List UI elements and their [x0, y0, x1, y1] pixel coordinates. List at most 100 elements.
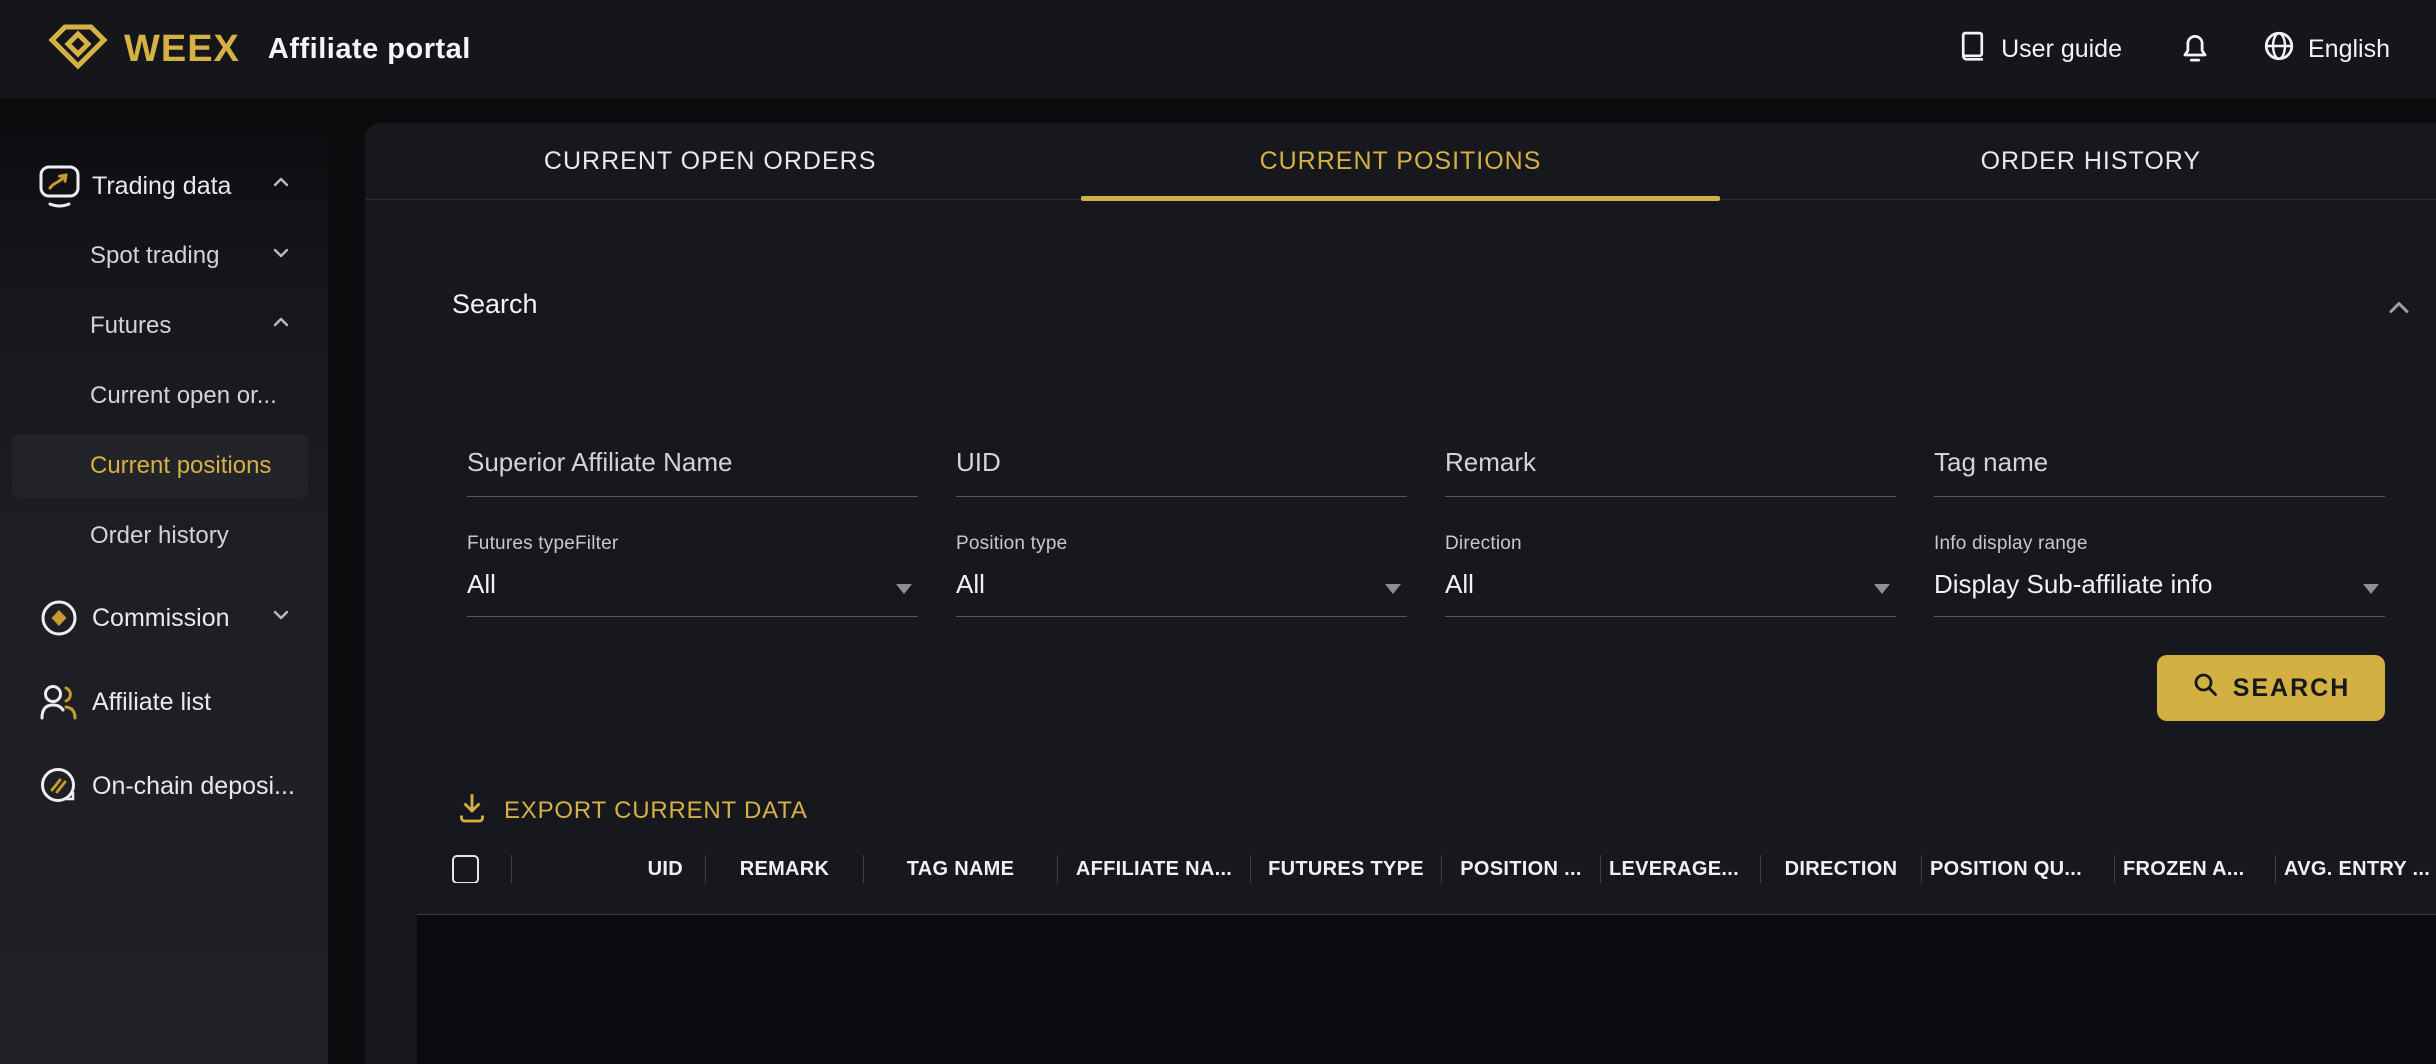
direction-select: Direction All: [1445, 533, 1896, 617]
column-header-uid: UID: [511, 855, 705, 883]
column-header-leverage: LEVERAGE...: [1600, 855, 1760, 883]
weex-logo-icon: [46, 23, 110, 76]
sidebar-item-order-history[interactable]: Order history: [0, 504, 328, 568]
sidebar-item-label: Futures: [90, 312, 171, 340]
sidebar-item-label: Order history: [90, 522, 229, 550]
field-superior-affiliate-name: [467, 423, 918, 497]
select-label: Info display range: [1934, 533, 2385, 555]
select-label: Position type: [956, 533, 1407, 555]
sidebar-item-label: Current open or...: [90, 382, 277, 410]
brand-name: WEEX: [124, 28, 240, 71]
notifications-button[interactable]: [2178, 29, 2212, 70]
table-header-row: UID REMARK TAG NAME AFFILIATE NA... FUTU…: [452, 845, 2436, 893]
column-header-futures-type: FUTURES TYPE: [1250, 855, 1441, 883]
chevron-down-icon: [270, 604, 292, 633]
affiliate-list-icon: [38, 680, 82, 724]
sidebar-item-affiliate-list[interactable]: Affiliate list: [0, 670, 328, 734]
sidebar-item-label: Commission: [92, 604, 230, 633]
info-display-range-select: Info display range Display Sub-affiliate…: [1934, 533, 2385, 617]
content-panel: CURRENT OPEN ORDERS CURRENT POSITIONS OR…: [365, 123, 2436, 1064]
column-header-remark: REMARK: [705, 855, 863, 883]
remark-input[interactable]: [1445, 423, 1896, 497]
brand: WEEX Affiliate portal: [46, 23, 471, 76]
direction-dropdown[interactable]: All: [1445, 555, 1896, 617]
search-button[interactable]: SEARCH: [2157, 655, 2385, 721]
futures-type-select: Futures typeFilter All: [467, 533, 918, 617]
tab-current-open-orders[interactable]: CURRENT OPEN ORDERS: [365, 123, 1055, 199]
info-display-range-dropdown[interactable]: Display Sub-affiliate info: [1934, 555, 2385, 617]
sidebar-item-on-chain-deposit[interactable]: On-chain deposi...: [0, 754, 328, 818]
sidebar-item-label: Trading data: [92, 172, 231, 201]
sidebar: Trading data Spot trading Futures Curren…: [0, 98, 328, 1064]
export-label: EXPORT CURRENT DATA: [504, 797, 808, 825]
sidebar-item-commission[interactable]: Commission: [0, 586, 328, 650]
search-selects-row: Futures typeFilter All Position type All…: [467, 533, 2385, 617]
bell-icon: [2178, 29, 2212, 70]
select-value: All: [956, 569, 985, 600]
main-area: CURRENT OPEN ORDERS CURRENT POSITIONS OR…: [328, 98, 2436, 1064]
page-title: Affiliate portal: [268, 33, 471, 66]
tab-current-positions[interactable]: CURRENT POSITIONS: [1055, 123, 1745, 199]
collapse-search-button[interactable]: [2384, 293, 2414, 328]
search-icon: [2192, 671, 2219, 705]
position-type-select: Position type All: [956, 533, 1407, 617]
select-all-checkbox[interactable]: [452, 855, 479, 883]
dropdown-arrow-icon: [1874, 584, 1890, 594]
chevron-up-icon: [270, 312, 292, 341]
language-selector[interactable]: English: [2262, 29, 2390, 70]
futures-type-dropdown[interactable]: All: [467, 555, 918, 617]
language-label: English: [2308, 35, 2390, 64]
sidebar-item-label: Spot trading: [90, 242, 219, 270]
tab-label: ORDER HISTORY: [1981, 147, 2201, 176]
select-label: Direction: [1445, 533, 1896, 555]
search-section-title: Search: [452, 289, 538, 320]
dropdown-arrow-icon: [1385, 584, 1401, 594]
column-header-avg-entry: AVG. ENTRY ...: [2275, 855, 2436, 883]
field-uid: [956, 423, 1407, 497]
chevron-down-icon: [270, 242, 292, 271]
select-value: All: [467, 569, 496, 600]
column-header-position-type: POSITION ...: [1441, 855, 1600, 883]
on-chain-deposit-icon: [38, 764, 82, 808]
user-guide-link[interactable]: User guide: [1956, 29, 2122, 69]
select-value: All: [1445, 569, 1474, 600]
topbar: WEEX Affiliate portal User guide: [0, 0, 2436, 98]
dropdown-arrow-icon: [2363, 584, 2379, 594]
trading-data-icon: [38, 164, 82, 208]
user-guide-label: User guide: [2001, 35, 2122, 64]
sidebar-item-label: Current positions: [90, 452, 271, 480]
column-header-tag-name: TAG NAME: [863, 855, 1057, 883]
select-label: Futures typeFilter: [467, 533, 918, 555]
tab-label: CURRENT OPEN ORDERS: [544, 147, 876, 176]
tag-name-input[interactable]: [1934, 423, 2385, 497]
select-value: Display Sub-affiliate info: [1934, 569, 2212, 600]
dropdown-arrow-icon: [896, 584, 912, 594]
column-header-direction: DIRECTION: [1760, 855, 1921, 883]
search-fields-row: [467, 423, 2385, 497]
tab-bar: CURRENT OPEN ORDERS CURRENT POSITIONS OR…: [365, 123, 2436, 200]
sidebar-item-spot-trading[interactable]: Spot trading: [0, 224, 328, 288]
sidebar-item-futures[interactable]: Futures: [0, 294, 328, 358]
uid-input[interactable]: [956, 423, 1407, 497]
commission-icon: [38, 596, 82, 640]
tab-label: CURRENT POSITIONS: [1260, 147, 1542, 176]
download-icon: [456, 791, 488, 830]
sidebar-item-label: Affiliate list: [92, 688, 211, 717]
field-remark: [1445, 423, 1896, 497]
column-header-position-quantity: POSITION QU...: [1921, 855, 2114, 883]
position-type-dropdown[interactable]: All: [956, 555, 1407, 617]
tab-order-history[interactable]: ORDER HISTORY: [1746, 123, 2436, 199]
table-body-empty: [417, 915, 2436, 1064]
sidebar-item-current-positions[interactable]: Current positions: [12, 434, 308, 498]
sidebar-item-trading-data[interactable]: Trading data: [0, 154, 328, 218]
export-current-data-button[interactable]: EXPORT CURRENT DATA: [456, 791, 808, 830]
sidebar-item-label: On-chain deposi...: [92, 772, 295, 801]
superior-affiliate-name-input[interactable]: [467, 423, 918, 497]
sidebar-item-current-open-orders[interactable]: Current open or...: [0, 364, 328, 428]
field-tag-name: [1934, 423, 2385, 497]
book-icon: [1956, 29, 1989, 69]
search-button-label: SEARCH: [2233, 674, 2351, 703]
globe-icon: [2262, 29, 2296, 70]
chevron-up-icon: [270, 172, 292, 201]
column-header-affiliate-name: AFFILIATE NA...: [1057, 855, 1250, 883]
